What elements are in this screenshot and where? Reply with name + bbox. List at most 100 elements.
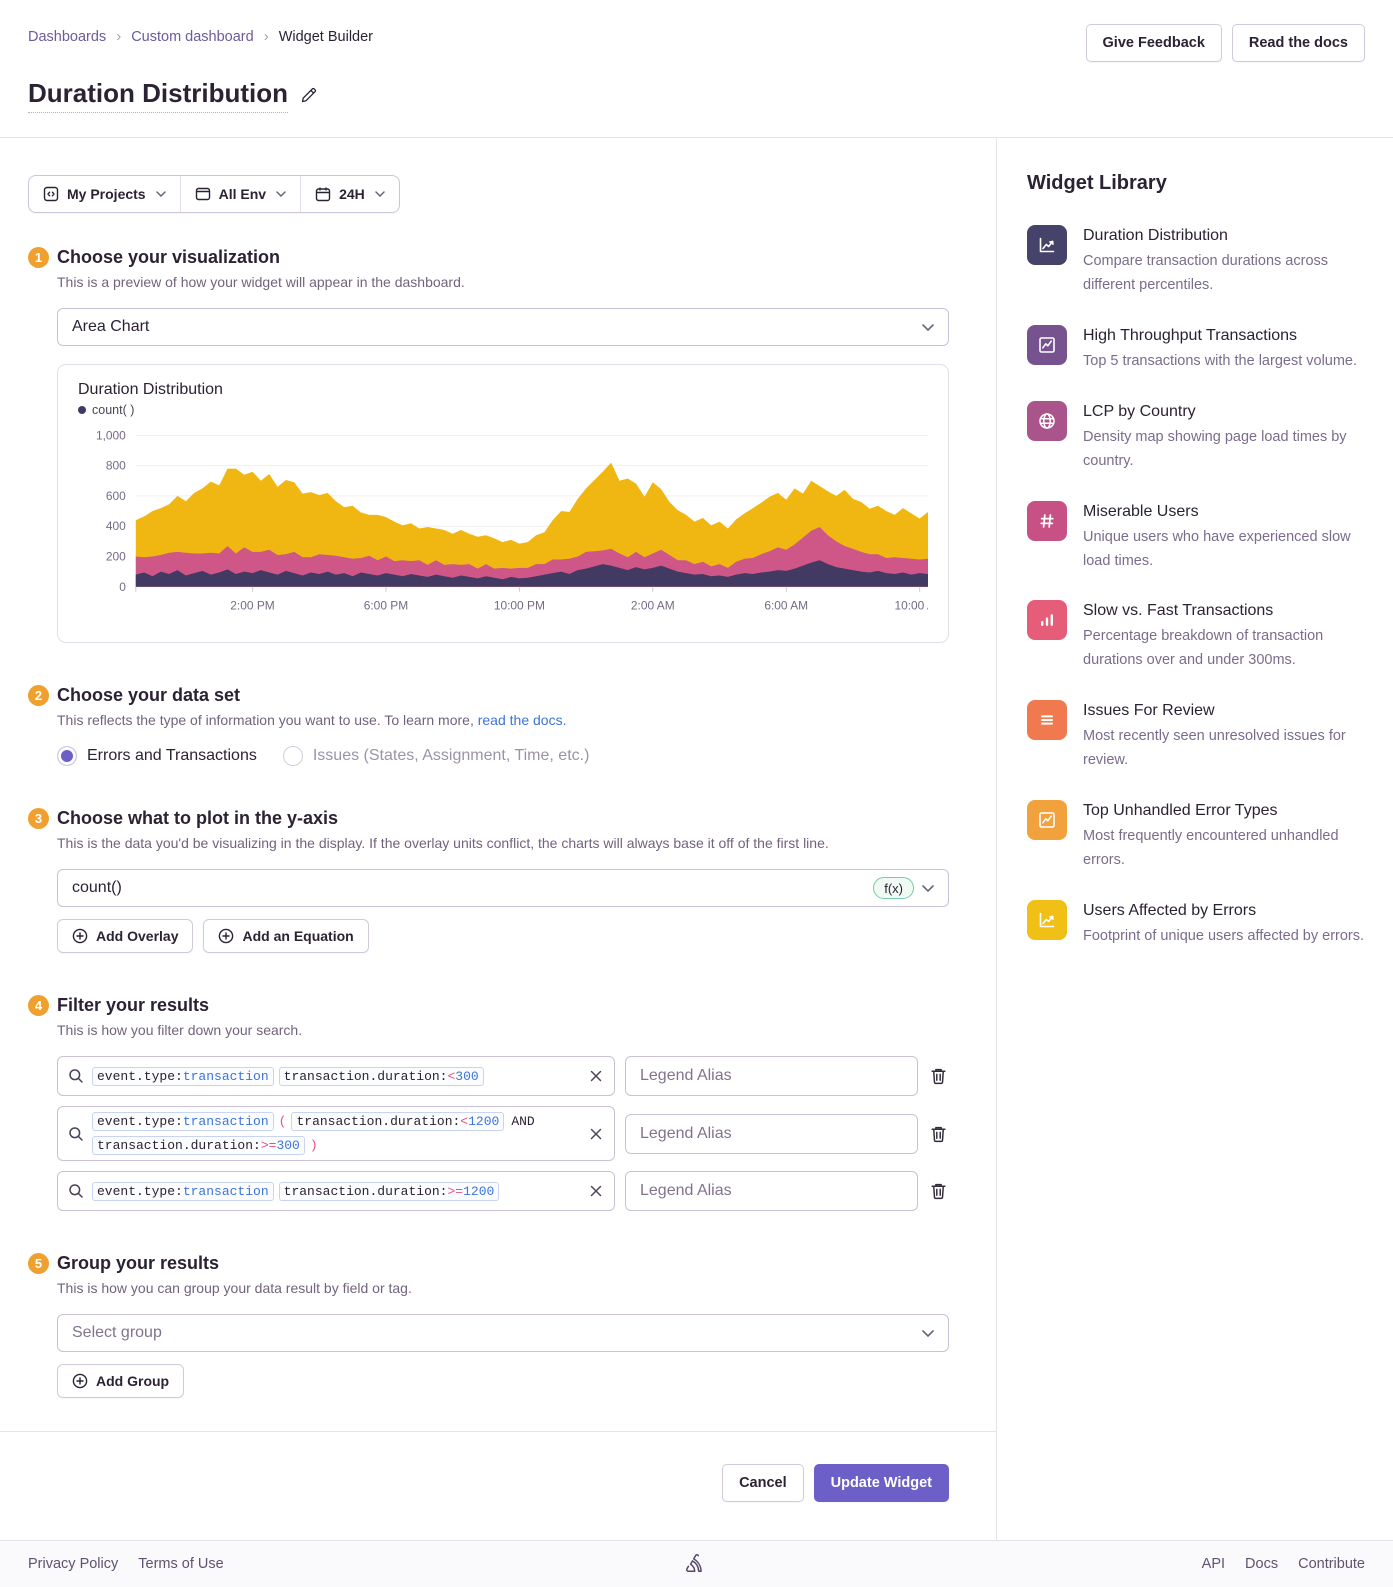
sentry-logo [685, 1553, 709, 1575]
line-chart-icon [1027, 900, 1067, 940]
search-query-input[interactable]: event.type:transaction ( transaction.dur… [57, 1106, 615, 1161]
library-item-high-throughput[interactable]: High Throughput Transactions Top 5 trans… [1027, 325, 1365, 374]
subtitle-text: This reflects the type of information yo… [57, 712, 478, 728]
delete-filter-button[interactable] [928, 1123, 949, 1145]
section-number-badge: 5 [28, 1253, 49, 1274]
chart-legend[interactable]: count( ) [78, 403, 928, 417]
hash-icon [1027, 501, 1067, 541]
fx-badge: f(x) [873, 877, 914, 899]
section-subtitle: This is the data you'd be visualizing in… [57, 835, 949, 851]
search-query-input[interactable]: event.type:transaction transaction.durat… [57, 1056, 615, 1096]
list-icon [1027, 700, 1067, 740]
legend-alias-input[interactable] [625, 1056, 918, 1096]
terms-of-use-link[interactable]: Terms of Use [138, 1556, 223, 1572]
yaxis-field-select[interactable]: count() f(x) [57, 869, 949, 907]
library-item-description: Top 5 transactions with the largest volu… [1083, 350, 1357, 374]
add-overlay-button[interactable]: Add Overlay [57, 919, 193, 953]
breadcrumb-separator: › [264, 28, 269, 45]
library-item-slow-vs-fast[interactable]: Slow vs. Fast Transactions Percentage br… [1027, 600, 1365, 673]
filter-row: event.type:transaction transaction.durat… [57, 1056, 949, 1096]
circle-plus-icon [218, 928, 234, 944]
library-item-title: Users Affected by Errors [1083, 902, 1364, 920]
environment-filter[interactable]: All Env [180, 176, 300, 212]
read-the-docs-button[interactable]: Read the docs [1232, 24, 1365, 62]
widget-builder-page: Dashboards › Custom dashboard › Widget B… [0, 0, 1393, 1587]
circle-plus-icon [72, 1373, 88, 1389]
breadcrumb-dashboards[interactable]: Dashboards [28, 29, 106, 45]
library-item-users-affected[interactable]: Users Affected by Errors Footprint of un… [1027, 900, 1365, 949]
library-item-miserable-users[interactable]: Miserable Users Unique users who have ex… [1027, 501, 1365, 574]
library-item-issues-for-review[interactable]: Issues For Review Most recently seen unr… [1027, 700, 1365, 773]
library-item-duration-distribution[interactable]: Duration Distribution Compare transactio… [1027, 225, 1365, 298]
radio-errors-and-transactions[interactable]: Errors and Transactions [57, 746, 257, 766]
section-subtitle: This reflects the type of information yo… [57, 712, 949, 728]
read-the-docs-link[interactable]: read the docs. [478, 712, 567, 728]
add-group-label: Add Group [96, 1373, 169, 1389]
library-item-description: Percentage breakdown of transaction dura… [1083, 625, 1365, 673]
breadcrumb-custom-dashboard[interactable]: Custom dashboard [131, 29, 254, 45]
page-filter-bar: My Projects All Env 24H [28, 175, 400, 213]
bar-chart-icon [1027, 600, 1067, 640]
legend-alias-input[interactable] [625, 1114, 918, 1154]
projects-filter[interactable]: My Projects [29, 176, 180, 212]
section-title: Choose your data set [57, 685, 949, 706]
library-item-title: Slow vs. Fast Transactions [1083, 602, 1365, 620]
radio-label: Issues (States, Assignment, Time, etc.) [313, 747, 590, 765]
library-item-title: Duration Distribution [1083, 227, 1365, 245]
library-item-description: Density map showing page load times by c… [1083, 426, 1365, 474]
privacy-policy-link[interactable]: Privacy Policy [28, 1556, 118, 1572]
builder-main: My Projects All Env 24H 1 Choose your vi… [0, 138, 997, 1540]
close-icon [590, 1185, 602, 1197]
close-icon [590, 1070, 602, 1082]
radio-unselected-icon [283, 746, 303, 766]
legend-alias-input[interactable] [625, 1171, 918, 1211]
cancel-button[interactable]: Cancel [722, 1464, 804, 1502]
page-title[interactable]: Duration Distribution [28, 78, 288, 113]
time-range-filter-label: 24H [339, 186, 365, 202]
page-header: Dashboards › Custom dashboard › Widget B… [0, 0, 1393, 138]
group-select-placeholder: Select group [72, 1324, 922, 1342]
give-feedback-button[interactable]: Give Feedback [1086, 24, 1222, 62]
widget-library-title: Widget Library [1027, 172, 1365, 195]
trash-icon [930, 1182, 947, 1200]
library-item-description: Most frequently encountered unhandled er… [1083, 825, 1365, 873]
edit-title-button[interactable] [298, 85, 319, 106]
page-footer: Privacy Policy Terms of Use API Docs Con… [0, 1540, 1393, 1587]
close-icon [590, 1128, 602, 1140]
svg-text:1,000: 1,000 [96, 428, 126, 442]
projects-icon [43, 186, 59, 202]
contribute-link[interactable]: Contribute [1298, 1556, 1365, 1572]
clear-query-button[interactable] [590, 1185, 602, 1197]
svg-text:6:00 PM: 6:00 PM [364, 599, 408, 613]
add-equation-button[interactable]: Add an Equation [203, 919, 368, 953]
search-query-input[interactable]: event.type:transaction transaction.durat… [57, 1171, 615, 1211]
radio-issues[interactable]: Issues (States, Assignment, Time, etc.) [283, 746, 590, 766]
library-item-top-unhandled-errors[interactable]: Top Unhandled Error Types Most frequentl… [1027, 800, 1365, 873]
chevron-down-icon [276, 191, 286, 197]
section-subtitle: This is a preview of how your widget wil… [57, 274, 949, 290]
docs-link[interactable]: Docs [1245, 1556, 1278, 1572]
library-item-title: High Throughput Transactions [1083, 327, 1357, 345]
delete-filter-button[interactable] [928, 1065, 949, 1087]
boxed-line-chart-icon [1027, 325, 1067, 365]
line-chart-icon [1027, 225, 1067, 265]
api-link[interactable]: API [1202, 1556, 1225, 1572]
visualization-select[interactable]: Area Chart [57, 308, 949, 346]
group-select[interactable]: Select group [57, 1314, 949, 1352]
library-item-title: Miserable Users [1083, 503, 1365, 521]
globe-icon [1027, 401, 1067, 441]
time-range-filter[interactable]: 24H [300, 176, 399, 212]
library-item-lcp-by-country[interactable]: LCP by Country Density map showing page … [1027, 401, 1365, 474]
clear-query-button[interactable] [590, 1128, 602, 1140]
clear-query-button[interactable] [590, 1070, 602, 1082]
legend-dot [78, 406, 86, 414]
section-yaxis: 3 Choose what to plot in the y-axis This… [28, 808, 949, 953]
svg-text:800: 800 [106, 459, 126, 473]
trash-icon [930, 1125, 947, 1143]
section-title: Filter your results [57, 995, 949, 1016]
add-group-button[interactable]: Add Group [57, 1364, 184, 1398]
svg-text:200: 200 [106, 549, 126, 563]
breadcrumb-separator: › [116, 28, 121, 45]
update-widget-button[interactable]: Update Widget [814, 1464, 949, 1502]
delete-filter-button[interactable] [928, 1180, 949, 1202]
